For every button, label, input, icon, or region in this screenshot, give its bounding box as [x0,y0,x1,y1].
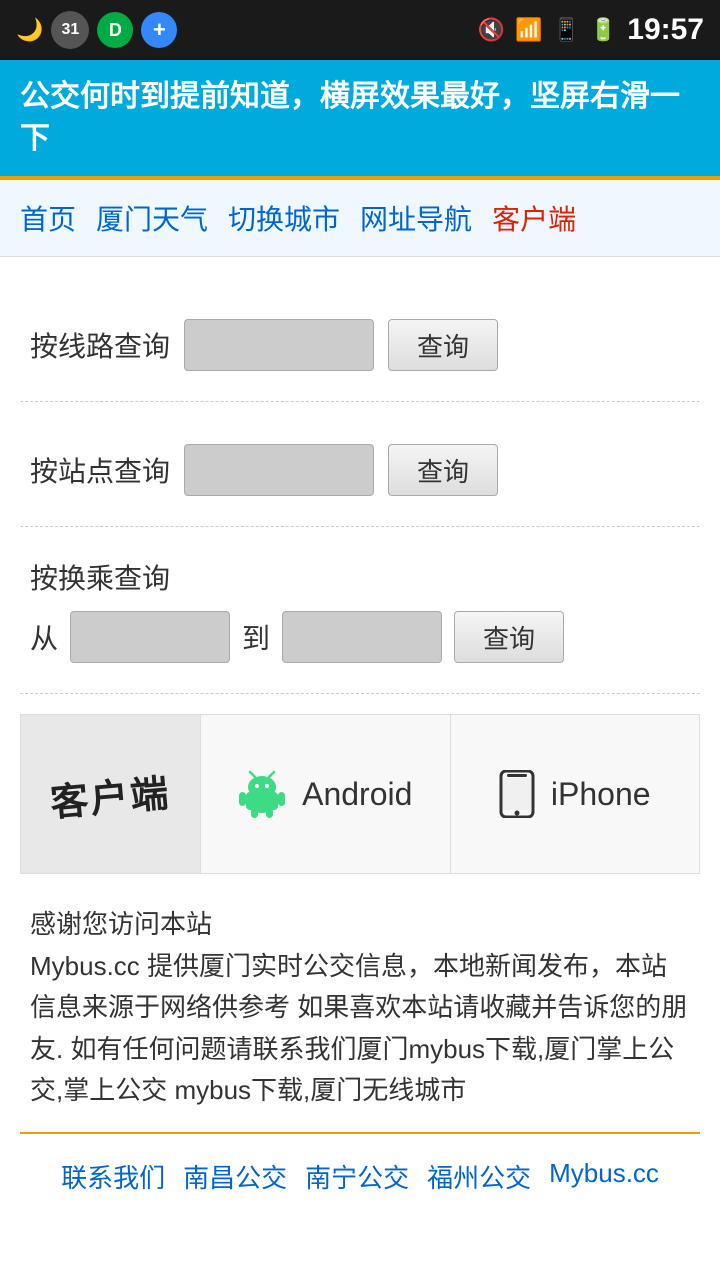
nav-urls[interactable]: 网址导航 [360,198,472,238]
route-query-label: 按线路查询 [30,325,170,365]
iphone-download[interactable]: iPhone [451,715,700,873]
transfer-to-label: 到 [242,617,270,657]
nav-client[interactable]: 客户端 [492,198,576,238]
route-query-button[interactable]: 查询 [388,319,498,371]
iphone-label: iPhone [551,776,651,813]
volume-icon: 🔇 [478,17,505,43]
station-query-input[interactable] [184,444,374,496]
header-banner: 公交何时到提前知道，横屏效果最好，坚屏右滑一下 [0,60,720,180]
nav-bar: 首页 厦门天气 切换城市 网址导航 客户端 [0,180,720,257]
nav-weather[interactable]: 厦门天气 [96,198,208,238]
footer-link-contact[interactable]: 联系我们 [61,1158,165,1195]
clock-display: 19:57 [627,13,704,47]
nav-home[interactable]: 首页 [20,198,76,238]
status-left-icons: 🌙 31 D + [16,11,177,49]
nav-city[interactable]: 切换城市 [228,198,340,238]
android-label: Android [302,776,412,813]
signal-icon: 📱 [552,17,579,43]
transfer-from-label: 从 [30,617,58,657]
route-query-input[interactable] [184,319,374,371]
banner-text: 公交何时到提前知道，横屏效果最好，坚屏右滑一下 [20,80,680,155]
status-right-icons: 🔇 📶 📱 🔋 19:57 [478,13,704,47]
station-query-button[interactable]: 查询 [388,444,498,496]
client-logo: 客户端 [21,715,201,873]
station-query-section: 按站点查询 查询 [20,402,700,527]
transfer-query-row: 从 到 查询 [30,611,690,663]
client-section: 客户端 Android [20,714,700,874]
transfer-query-title: 按换乘查询 [30,557,690,597]
add-icon: + [141,12,177,48]
footer-link-nanchang[interactable]: 南昌公交 [183,1158,287,1195]
transfer-to-input[interactable] [282,611,442,663]
battery-icon: 🔋 [590,17,617,43]
footer-links: 联系我们 南昌公交 南宁公交 福州公交 Mybus.cc [20,1134,700,1219]
footer-link-fuzhou[interactable]: 福州公交 [427,1158,531,1195]
station-query-row: 按站点查询 查询 [30,444,690,496]
footer-link-nanning[interactable]: 南宁公交 [305,1158,409,1195]
footer-text-content: 感谢您访问本站Mybus.cc 提供厦门实时公交信息，本地新闻发布，本站信息来源… [30,904,690,1112]
client-logo-text: 客户端 [48,761,172,826]
route-query-row: 按线路查询 查询 [30,319,690,371]
android-robot-icon [238,770,286,818]
transfer-from-input[interactable] [70,611,230,663]
calendar-icon: 31 [51,11,89,49]
station-query-label: 按站点查询 [30,450,170,490]
android-download[interactable]: Android [201,715,451,873]
status-bar: 🌙 31 D + 🔇 📶 📱 🔋 19:57 [0,0,720,60]
iphone-device-icon [499,770,535,818]
transfer-query-button[interactable]: 查询 [454,611,564,663]
transfer-query-section: 按换乘查询 从 到 查询 [20,527,700,694]
main-content: 按线路查询 查询 按站点查询 查询 按换乘查询 从 到 查询 [0,257,720,1239]
d-icon: D [97,12,133,48]
footer-link-mybus[interactable]: Mybus.cc [549,1158,659,1195]
wifi-icon: 📶 [515,17,542,43]
route-query-section: 按线路查询 查询 [20,277,700,402]
footer-description: 感谢您访问本站Mybus.cc 提供厦门实时公交信息，本地新闻发布，本站信息来源… [20,894,700,1134]
notification-icon: 🌙 [16,17,43,43]
